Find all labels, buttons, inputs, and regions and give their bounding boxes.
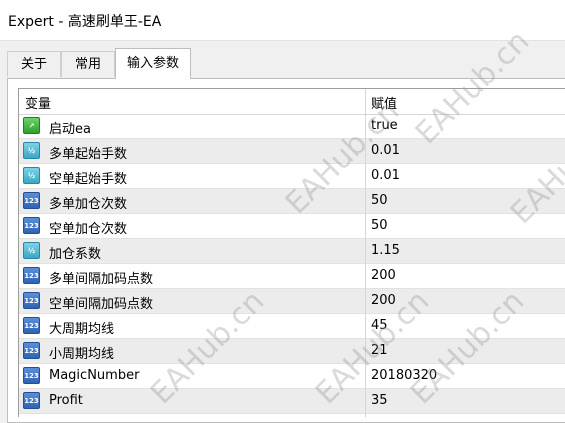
123-icon: 123 — [23, 342, 40, 359]
half-icon: ½ — [23, 142, 40, 159]
title-bar: Expert - 高速刷单王-EA — [0, 0, 565, 41]
param-value[interactable]: true — [371, 118, 398, 133]
table-row[interactable]: ½ 加仓系数 1.15 — [19, 239, 565, 264]
param-value[interactable]: 1.15 — [371, 243, 400, 258]
table-row[interactable]: 123 大周期均线 45 — [19, 314, 565, 339]
param-name: 空单加仓次数 — [49, 222, 128, 237]
param-name: 多单起始手数 — [49, 147, 128, 162]
param-value[interactable]: 0.01 — [371, 168, 400, 183]
123-icon: 123 — [23, 317, 40, 334]
param-value[interactable]: 21 — [371, 343, 388, 358]
parameters-grid[interactable]: 变量 赋值 ↗ 启动ea true ½ 多单起始手数 0.01 ½ 空单起始手数 0.01 123… — [18, 88, 565, 417]
param-value[interactable]: 50 — [371, 193, 388, 208]
param-name: 多单加仓次数 — [49, 197, 128, 212]
123-icon: 123 — [23, 367, 40, 384]
table-row[interactable]: ½ 多单起始手数 0.01 — [19, 139, 565, 164]
param-name: 小周期均线 — [49, 347, 115, 362]
half-icon: ½ — [23, 242, 40, 259]
half-icon: ½ — [23, 167, 40, 184]
param-value[interactable]: 200 — [371, 268, 396, 283]
param-value[interactable]: 20180320 — [371, 368, 437, 383]
param-value[interactable]: 0.01 — [371, 143, 400, 158]
param-name: 大周期均线 — [49, 322, 115, 337]
table-row[interactable]: 123 多单加仓次数 50 — [19, 189, 565, 214]
tab-about[interactable]: 关于 — [7, 51, 61, 77]
param-value[interactable]: 45 — [371, 318, 388, 333]
tab-strip: 关于 常用 输入参数 — [7, 48, 565, 79]
table-row[interactable]: 123 多单间隔加码点数 200 — [19, 264, 565, 289]
param-name: Profit — [49, 393, 83, 408]
param-name: 空单间隔加码点数 — [49, 297, 154, 312]
param-value[interactable]: 35 — [371, 393, 388, 408]
table-row[interactable]: 123 空单加仓次数 50 — [19, 214, 565, 239]
param-name: 空单起始手数 — [49, 172, 128, 187]
column-separator[interactable] — [365, 89, 366, 417]
123-icon: 123 — [23, 292, 40, 309]
param-name: 多单间隔加码点数 — [49, 272, 154, 287]
grid-header: 变量 赋值 — [19, 89, 565, 115]
param-name: 加仓系数 — [49, 247, 102, 262]
123-icon: 123 — [23, 217, 40, 234]
123-icon: 123 — [23, 267, 40, 284]
tab-inputs[interactable]: 输入参数 — [115, 48, 191, 79]
table-row[interactable]: 123 空单间隔加码点数 200 — [19, 289, 565, 314]
param-name: 启动ea — [49, 122, 91, 137]
toggle-icon: ↗ — [23, 117, 40, 134]
table-row[interactable]: 123 小周期均线 21 — [19, 339, 565, 364]
tab-common[interactable]: 常用 — [61, 51, 115, 77]
window-title: Expert - 高速刷单王-EA — [8, 14, 162, 30]
param-value[interactable]: 200 — [371, 293, 396, 308]
table-row[interactable]: ½ 空单起始手数 0.01 — [19, 164, 565, 189]
param-value[interactable]: 50 — [371, 218, 388, 233]
header-variable[interactable]: 变量 — [25, 93, 51, 112]
123-icon: 123 — [23, 192, 40, 209]
table-row[interactable]: ↗ 启动ea true — [19, 114, 565, 139]
header-value[interactable]: 赋值 — [371, 93, 397, 112]
param-name: MagicNumber — [49, 368, 140, 383]
table-row[interactable]: 123 Profit 35 — [19, 389, 565, 414]
table-row[interactable]: 123 MagicNumber 20180320 — [19, 364, 565, 389]
123-icon: 123 — [23, 392, 40, 409]
